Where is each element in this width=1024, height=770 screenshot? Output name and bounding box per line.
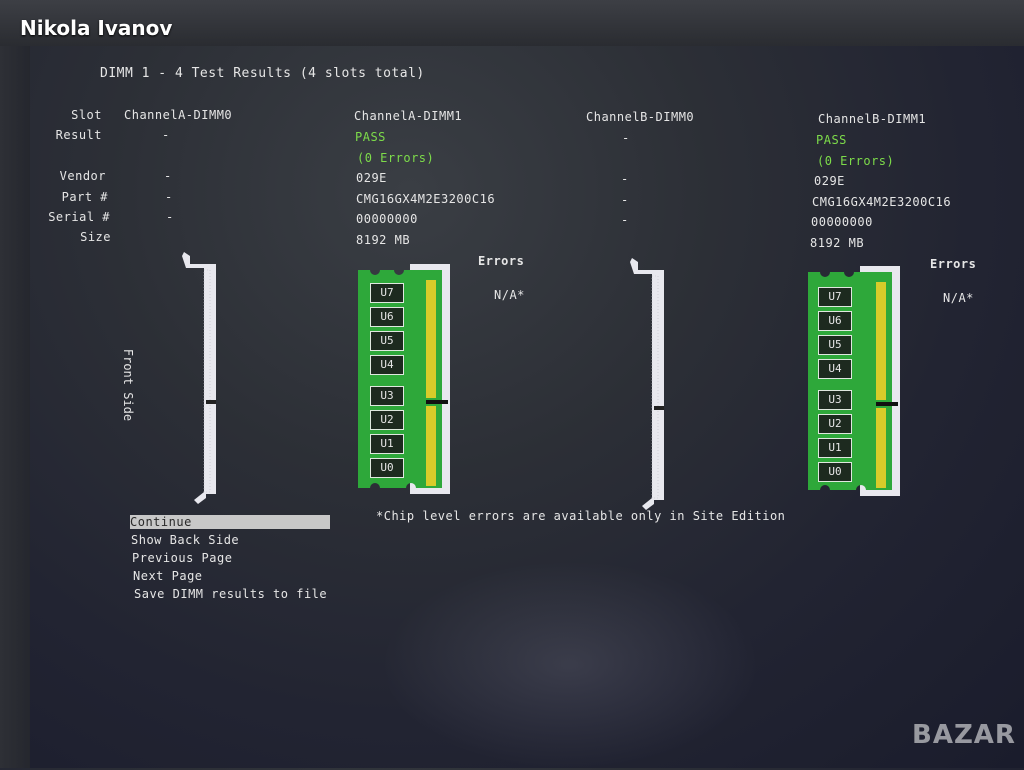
dimm2-slot-name: ChannelB-DIMM0 xyxy=(586,110,695,124)
menu-previous-page[interactable]: Previous Page xyxy=(132,551,232,565)
chip-u1: U1 xyxy=(818,438,852,458)
dimm2-vendor: - xyxy=(621,172,629,186)
dimm3-slot-name: ChannelB-DIMM1 xyxy=(818,112,927,126)
dimm0-part: - xyxy=(165,190,173,204)
dimm1-errors-header: Errors xyxy=(478,254,525,268)
chip-u7: U7 xyxy=(370,283,404,303)
menu-continue[interactable]: Continue xyxy=(130,515,330,529)
label-size: Size xyxy=(80,230,111,244)
dimm1-result: PASS xyxy=(355,130,386,144)
monitor-bezel-left xyxy=(0,46,30,768)
dimm2-result: - xyxy=(622,131,630,145)
chip-u0: U0 xyxy=(818,462,852,482)
dimm1-vendor: 029E xyxy=(356,171,387,185)
dimm2-part: - xyxy=(621,193,629,207)
page-title: DIMM 1 - 4 Test Results (4 slots total) xyxy=(100,66,425,81)
site-edition-footnote: *Chip level errors are available only in… xyxy=(376,509,786,523)
dimm3-size: 8192 MB xyxy=(810,236,865,250)
empty-slot-graphic xyxy=(182,252,216,504)
bazar-logo: BAZAR xyxy=(912,720,1016,750)
chip-u5: U5 xyxy=(370,331,404,351)
dimm3-errors-header: Errors xyxy=(930,257,977,271)
dimm-module-graphic: U7 U6 U5 U4 U3 U2 U1 U0 xyxy=(806,266,906,500)
dimm1-error-count: (0 Errors) xyxy=(357,151,435,165)
dimm1-serial: 00000000 xyxy=(356,212,418,226)
menu-next-page[interactable]: Next Page xyxy=(133,569,203,583)
dimm0-slot-name: ChannelA-DIMM0 xyxy=(124,108,233,122)
chip-u0: U0 xyxy=(370,458,404,478)
dimm3-serial: 00000000 xyxy=(811,215,873,229)
dimm0-serial: - xyxy=(166,210,174,224)
dimm-module-graphic: U7 U6 U5 U4 U3 U2 U1 U0 xyxy=(356,264,456,498)
empty-slot-graphic xyxy=(630,258,664,510)
label-result: Result xyxy=(55,128,102,142)
dimm0-vendor: - xyxy=(164,169,172,183)
chip-u3: U3 xyxy=(818,390,852,410)
photographer-watermark: Nikola Ivanov xyxy=(20,16,173,40)
chip-u1: U1 xyxy=(370,434,404,454)
chip-u4: U4 xyxy=(818,359,852,379)
dimm3-errors-value: N/A* xyxy=(943,291,974,305)
dimm3-part: CMG16GX4M2E3200C16 xyxy=(812,195,952,209)
chip-u6: U6 xyxy=(818,311,852,331)
chip-u3: U3 xyxy=(370,386,404,406)
chip-u4: U4 xyxy=(370,355,404,375)
chip-u5: U5 xyxy=(818,335,852,355)
chip-u7: U7 xyxy=(818,287,852,307)
dimm3-vendor: 029E xyxy=(814,174,845,188)
label-part: Part # xyxy=(61,190,108,204)
dimm3-error-count: (0 Errors) xyxy=(817,154,895,168)
front-side-label: Front Side xyxy=(121,348,136,422)
dimm1-part: CMG16GX4M2E3200C16 xyxy=(356,192,496,206)
chip-u2: U2 xyxy=(370,410,404,430)
label-vendor: Vendor xyxy=(59,169,106,183)
dimm1-slot-name: ChannelA-DIMM1 xyxy=(354,109,463,123)
label-slot: Slot xyxy=(71,108,102,122)
dimm1-size: 8192 MB xyxy=(356,233,411,247)
label-serial: Serial # xyxy=(48,210,110,224)
screen-reflection xyxy=(380,560,760,770)
chip-u6: U6 xyxy=(370,307,404,327)
menu-save-results[interactable]: Save DIMM results to file xyxy=(134,587,327,601)
menu-continue-label: Continue xyxy=(130,515,192,529)
dimm1-errors-value: N/A* xyxy=(494,288,525,302)
chip-u2: U2 xyxy=(818,414,852,434)
dimm3-result: PASS xyxy=(816,133,847,147)
dimm2-serial: - xyxy=(621,213,629,227)
dimm0-result: - xyxy=(162,128,170,142)
menu-show-back-side[interactable]: Show Back Side xyxy=(131,533,239,547)
